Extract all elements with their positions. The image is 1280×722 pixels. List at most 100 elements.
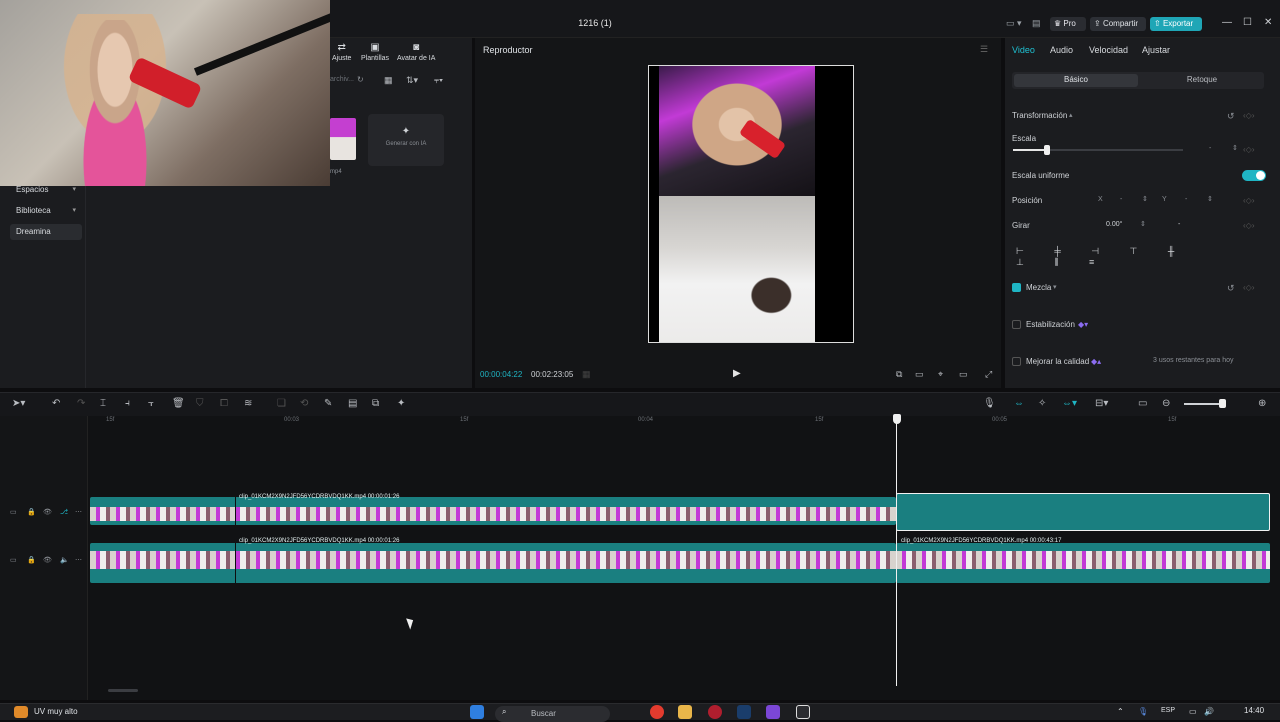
clock[interactable]: 14:40 xyxy=(1244,706,1264,715)
magnet-icon[interactable]: ⇔▾ xyxy=(1062,398,1077,409)
tab-speed[interactable]: Velocidad xyxy=(1089,45,1128,55)
reverse-icon[interactable]: ⟲ xyxy=(300,398,308,409)
stabilize-checkbox[interactable] xyxy=(1012,320,1021,329)
language-indicator[interactable]: ESP xyxy=(1161,707,1175,714)
link-icon[interactable]: ⇔ xyxy=(1014,398,1024,409)
split-right-icon[interactable]: ⫟ xyxy=(148,398,154,409)
split-left-icon[interactable]: ⫞ xyxy=(125,398,130,409)
lock-icon[interactable]: 🔒 xyxy=(27,556,36,564)
lock-icon[interactable]: 🔒 xyxy=(27,508,36,516)
sidebar-item-dreamina[interactable]: Dreamina xyxy=(10,224,82,240)
fit-icon[interactable]: ⌖ xyxy=(938,369,943,380)
zoom-out-icon[interactable]: ⊖ xyxy=(1162,398,1170,409)
playhead[interactable] xyxy=(896,414,897,686)
select-tool-icon[interactable]: ➤▾ xyxy=(12,398,25,409)
timecode-grid-icon[interactable]: ▦ xyxy=(582,369,591,380)
grid-view-icon[interactable]: ▦ xyxy=(384,75,393,86)
chrome-icon[interactable] xyxy=(650,705,664,719)
volume-icon[interactable]: 🔊 xyxy=(1204,707,1214,716)
timeline-clip-bottom-right[interactable] xyxy=(896,543,1270,583)
app-icon[interactable] xyxy=(708,705,722,719)
undo-icon[interactable]: ↶ xyxy=(52,398,60,409)
chevron-up-icon[interactable]: ⌃ xyxy=(1117,707,1124,716)
sidebar-item-library[interactable]: Biblioteca ▾ xyxy=(10,203,82,219)
menu-icon[interactable]: ☰ xyxy=(980,44,988,55)
blend-checkbox[interactable] xyxy=(1012,283,1021,292)
ratio-icon[interactable]: ▭ xyxy=(915,369,924,380)
segment-basic[interactable]: Básico xyxy=(1014,74,1138,87)
refresh-icon[interactable]: ↻ xyxy=(357,75,364,84)
steam-icon[interactable] xyxy=(737,705,751,719)
fullscreen-icon[interactable]: ⤢ xyxy=(985,369,992,380)
play-icon[interactable]: ▶ xyxy=(733,368,741,379)
audio-wave-icon[interactable]: ≋ xyxy=(244,398,252,409)
mic-icon[interactable]: 🎙 xyxy=(983,398,996,409)
track-cover-icon[interactable]: ▭ xyxy=(10,508,17,516)
position-x-stepper-icon[interactable]: ⇕ xyxy=(1142,195,1148,203)
folder-icon[interactable] xyxy=(678,705,692,719)
zoom-slider-handle[interactable] xyxy=(1219,399,1226,408)
timeline-clip-selected[interactable] xyxy=(896,493,1270,531)
generate-ai-button[interactable]: ✦ Generar con IA xyxy=(368,114,444,166)
crop-tool-icon[interactable]: ⧠ xyxy=(220,398,228,409)
link-icon[interactable]: ⎇ xyxy=(60,508,68,516)
windows-start-icon[interactable] xyxy=(470,705,484,719)
delete-icon[interactable]: 🗑 xyxy=(172,398,185,409)
tab-audio[interactable]: Audio xyxy=(1050,45,1073,55)
position-y-stepper-icon[interactable]: ⇕ xyxy=(1207,195,1213,203)
rotate-input[interactable]: 0.00° xyxy=(1106,221,1122,228)
timeline-clip-top[interactable] xyxy=(90,497,896,525)
freeze-icon[interactable]: ❏ xyxy=(277,398,286,409)
keyframe-icon[interactable]: ‹◇› xyxy=(1243,221,1254,230)
pro-button[interactable]: ♛ Pro xyxy=(1050,17,1086,31)
magic-icon[interactable]: ✎ xyxy=(324,398,332,409)
transform-icon[interactable]: ⧉ xyxy=(372,398,379,409)
media-thumbnail[interactable] xyxy=(330,118,356,160)
shield-icon[interactable]: ⛉ xyxy=(196,398,204,409)
capcut-icon[interactable] xyxy=(766,705,780,719)
timeline-scrollbar[interactable] xyxy=(108,689,138,692)
track-cover-icon[interactable]: ▭ xyxy=(10,556,17,564)
tab-ai-avatar[interactable]: ◙ Avatar de IA xyxy=(397,42,435,62)
playhead-handle[interactable] xyxy=(893,414,901,424)
close-icon[interactable]: ✕ xyxy=(1264,17,1272,28)
network-icon[interactable]: ▭ xyxy=(1189,707,1197,716)
keyframe-icon[interactable]: ‹◇› xyxy=(1243,111,1254,120)
tab-adjust[interactable]: ⇄ Ajuste xyxy=(332,42,351,62)
timeline-clip-bottom[interactable] xyxy=(90,543,896,583)
tab-adjust-inspector[interactable]: Ajustar xyxy=(1142,45,1170,55)
filter-icon[interactable]: ⫧▾ xyxy=(434,75,443,86)
minimize-icon[interactable]: — xyxy=(1222,17,1232,28)
caption-icon[interactable]: ▤ xyxy=(348,398,357,409)
weather-text[interactable]: UV muy alto xyxy=(34,707,78,716)
mic-tray-icon[interactable]: 🎙 xyxy=(1138,707,1148,716)
keyframe-icon[interactable]: ‹◇› xyxy=(1243,196,1254,205)
shortcuts-icon[interactable]: ▤ xyxy=(1032,18,1041,29)
rotate-stepper-icon[interactable]: ⇕ xyxy=(1140,220,1146,228)
aspect-icon[interactable]: ▭ xyxy=(959,369,968,380)
zoom-fit-icon[interactable]: ⊕ xyxy=(1258,398,1266,409)
alignment-toolbar[interactable]: ⊢ ╪ ⊣ ⊤ ╫ ⊥ ⫼ ≡ xyxy=(1016,246,1206,267)
reset-icon[interactable]: ↺ xyxy=(1227,283,1235,294)
preview-axis-icon[interactable]: ⊟▾ xyxy=(1095,398,1108,409)
chevron-up-icon[interactable]: ▴ xyxy=(1069,111,1073,119)
eye-icon[interactable]: 👁 xyxy=(43,556,52,564)
editor-icon[interactable] xyxy=(796,705,810,719)
more-icon[interactable]: ⋯ xyxy=(75,556,82,564)
weather-icon[interactable] xyxy=(14,706,28,718)
segment-retouch[interactable]: Retoque xyxy=(1140,74,1264,87)
auto-reframe-icon[interactable]: ✦ xyxy=(397,398,405,409)
sort-icon[interactable]: ⇅▾ xyxy=(406,75,418,86)
layout-icon[interactable]: ▭ ▾ xyxy=(1006,18,1022,29)
scale-slider-handle[interactable] xyxy=(1044,145,1050,155)
redo-icon[interactable]: ↷ xyxy=(77,398,85,409)
crop-icon[interactable]: ⧉ xyxy=(896,369,902,380)
export-button[interactable]: ⇧ Exportar xyxy=(1150,17,1202,31)
share-button[interactable]: ⇪ Compartir xyxy=(1090,17,1146,31)
rotate-flip-button[interactable]: - xyxy=(1178,221,1180,228)
scale-value[interactable]: - xyxy=(1209,145,1211,152)
position-x-input[interactable]: - xyxy=(1120,196,1122,203)
keyframe-icon[interactable]: ‹◇› xyxy=(1243,283,1254,292)
split-icon[interactable]: ⌶ xyxy=(100,398,106,409)
snap-icon[interactable]: ✧ xyxy=(1038,398,1046,409)
